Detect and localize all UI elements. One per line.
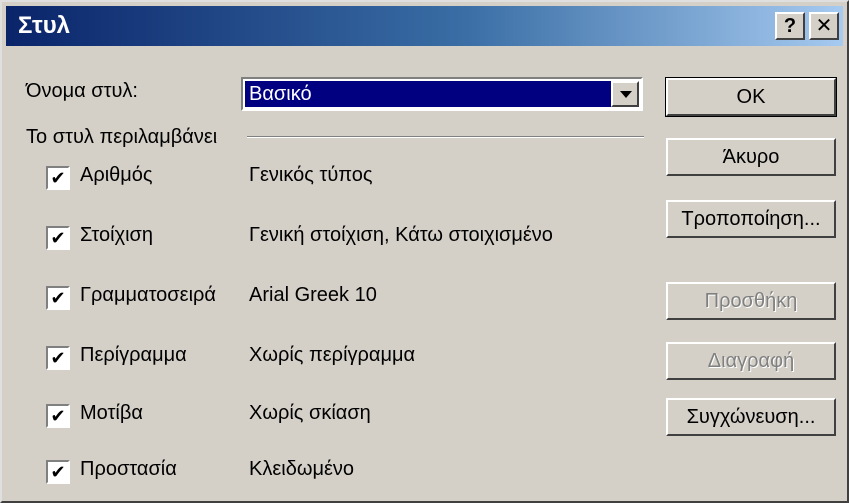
border-description: Χωρίς περίγραμμα [249, 344, 416, 366]
border-checkbox[interactable]: ✔ [46, 346, 70, 370]
modify-button[interactable]: Τροποποίηση... [666, 200, 836, 238]
protection-description: Κλειδωμένο [249, 458, 355, 480]
close-button[interactable]: ✕ [809, 12, 839, 40]
group-divider [247, 136, 644, 138]
alignment-description: Γενική στοίχιση, Κάτω στοιχισμένο [249, 224, 553, 246]
add-button[interactable]: Προσθήκη [666, 282, 836, 320]
patterns-checkbox[interactable]: ✔ [46, 404, 70, 428]
alignment-checkbox[interactable]: ✔ [46, 226, 70, 250]
style-name-label: Όνομα στυλ: [26, 80, 138, 102]
help-button[interactable]: ? [775, 12, 805, 40]
patterns-description: Χωρίς σκίαση [249, 402, 371, 424]
style-dialog: Στυλ ? ✕ Όνομα στυλ: Βασικό Το στυλ περι… [0, 0, 849, 503]
alignment-label: Στοίχιση [80, 224, 153, 246]
dropdown-arrow-icon[interactable] [611, 81, 639, 107]
merge-button[interactable]: Συγχώνευση... [666, 398, 836, 436]
font-checkbox[interactable]: ✔ [46, 286, 70, 310]
font-label: Γραμματοσειρά [80, 284, 216, 306]
protection-label: Προστασία [80, 458, 177, 480]
number-checkbox[interactable]: ✔ [46, 166, 70, 190]
patterns-label: Μοτίβα [80, 402, 143, 424]
number-label: Αριθμός [80, 164, 153, 186]
protection-checkbox[interactable]: ✔ [46, 460, 70, 484]
number-description: Γενικός τύπος [249, 164, 373, 186]
ok-button[interactable]: OK [665, 77, 837, 117]
style-name-value[interactable]: Βασικό [245, 81, 611, 107]
delete-button[interactable]: Διαγραφή [666, 342, 836, 380]
window-title: Στυλ [18, 12, 71, 39]
font-description: Arial Greek 10 [249, 284, 377, 306]
cancel-button[interactable]: Άκυρο [666, 138, 836, 176]
group-label: Το στυλ περιλαμβάνει [26, 126, 218, 148]
title-bar[interactable]: Στυλ ? ✕ [6, 6, 843, 46]
border-label: Περίγραμμα [80, 344, 187, 366]
style-name-combobox[interactable]: Βασικό [241, 77, 643, 111]
